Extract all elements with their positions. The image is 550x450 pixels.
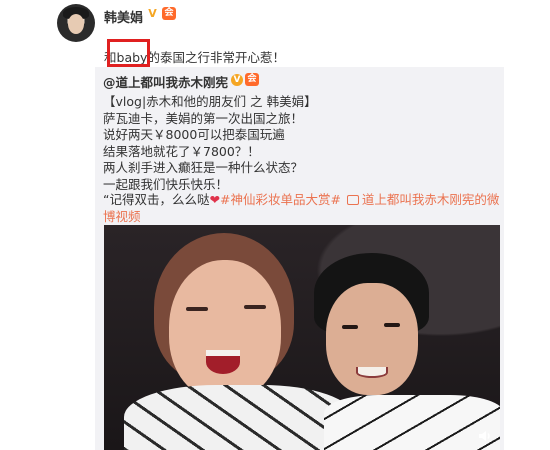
- repost-line: 两人刹手进入癫狂是一种什么状态？: [103, 160, 304, 175]
- repost-card: @道上都叫我赤木刚宪 V 会 【vlog|赤木和他的朋友们 之 韩美娟】 萨瓦迪…: [95, 67, 504, 450]
- video-person-right-mouth: [356, 367, 388, 378]
- repost-text: 【vlog|赤木和他的朋友们 之 韩美娟】 萨瓦迪卡，美娟的第一次出国之旅！ 说…: [103, 94, 317, 193]
- avatar[interactable]: [57, 4, 95, 42]
- video-person-right-eye: [384, 323, 400, 327]
- video-person-left-face: [169, 260, 281, 400]
- video-person-left-mouth: [206, 350, 240, 374]
- username[interactable]: 韩美娟: [104, 7, 143, 26]
- highlight-box: [107, 39, 150, 67]
- repost-author[interactable]: @道上都叫我赤木刚宪: [103, 72, 228, 91]
- video-person-left-eye: [186, 307, 208, 311]
- repost-line: 一起跟我们快乐快乐！: [103, 176, 229, 192]
- repost-line: 萨瓦迪卡，美娟的第一次出国之旅！: [103, 110, 304, 126]
- video-person-right-eye: [342, 325, 358, 329]
- repost-line: 结果落地就花了￥7800？！: [103, 143, 260, 159]
- topic-link[interactable]: #神仙彩妆单品大赏#: [220, 192, 341, 207]
- video-person-left-eye: [244, 305, 266, 309]
- repost-last-line: “记得双击，么么哒❤#神仙彩妆单品大赏# 道上都叫我赤木刚宪的微博视频: [103, 192, 503, 225]
- repost-line: 说好两天￥8000可以把泰国玩遍: [103, 127, 285, 142]
- video-person-right-face: [326, 283, 418, 395]
- repost-line: 【vlog|赤木和他的朋友们 之 韩美娟】: [103, 94, 317, 109]
- avatar-face: [68, 14, 84, 34]
- video-person-right-shirt: [324, 395, 500, 450]
- video-link-icon: [346, 194, 359, 205]
- video-player[interactable]: [104, 225, 500, 450]
- vip-badge-icon: V: [148, 7, 157, 20]
- volume-icon[interactable]: [478, 430, 492, 442]
- post-text-after: 的泰国之行非常开心惹！: [147, 50, 285, 65]
- repost-member-icon: 会: [245, 73, 259, 86]
- repost-vip-icon: V: [231, 74, 243, 86]
- member-badge-icon: 会: [162, 7, 176, 20]
- last-line-text: “记得双击，么么哒: [103, 192, 210, 207]
- video-person-left-shirt: [124, 385, 354, 450]
- heart-icon: ❤: [209, 192, 220, 207]
